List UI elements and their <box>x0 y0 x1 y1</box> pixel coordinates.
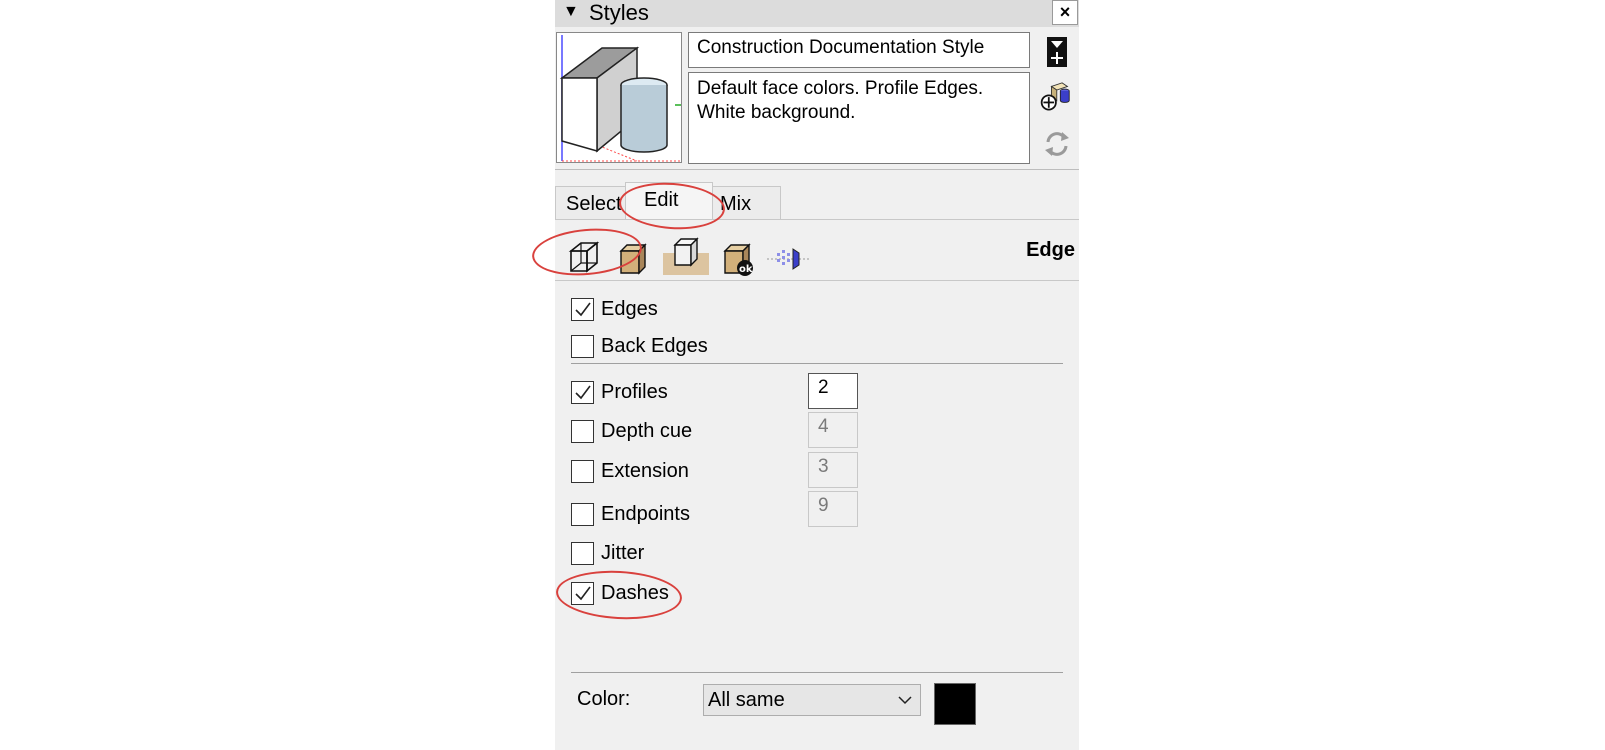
create-style-icon[interactable] <box>1041 36 1073 68</box>
profiles-checkbox[interactable] <box>571 380 594 404</box>
extension-label: Extension <box>601 459 689 482</box>
depth-cue-input: 4 <box>808 412 858 448</box>
checkmark-icon <box>575 385 591 399</box>
style-preview-image <box>559 35 681 162</box>
divider <box>555 169 1079 170</box>
add-to-model-icon[interactable] <box>1039 82 1071 114</box>
checkmark-icon <box>575 586 591 600</box>
color-mode-value: All same <box>708 689 785 711</box>
depth-cue-checkbox[interactable] <box>571 419 594 443</box>
section-title: Edge <box>1026 239 1075 261</box>
jitter-option[interactable]: Jitter <box>571 540 644 566</box>
back-edges-option[interactable]: Back Edges <box>571 333 708 359</box>
styles-panel: ▼ Styles × Construction Documentation St… <box>530 0 1079 750</box>
watermark-settings-icon[interactable]: ok <box>717 237 759 279</box>
tab-edit[interactable]: Edit <box>625 182 713 220</box>
extension-checkbox[interactable] <box>571 459 594 483</box>
tab-divider <box>555 219 1079 220</box>
divider <box>555 280 1079 281</box>
close-button[interactable]: × <box>1052 0 1078 25</box>
background-settings-icon[interactable] <box>663 231 709 275</box>
edges-option[interactable]: Edges <box>571 296 658 322</box>
face-settings-icon[interactable] <box>613 237 655 279</box>
depth-cue-label: Depth cue <box>601 419 693 442</box>
edges-label: Edges <box>601 297 658 320</box>
svg-text:ok: ok <box>739 264 753 275</box>
profiles-option[interactable]: Profiles <box>571 379 668 405</box>
back-edges-label: Back Edges <box>601 334 708 357</box>
style-description-field[interactable]: Default face colors. Profile Edges. Whit… <box>688 72 1030 164</box>
update-style-icon[interactable] <box>1041 128 1073 160</box>
extension-option[interactable]: Extension <box>571 458 689 484</box>
edges-checkbox[interactable] <box>571 297 594 321</box>
edit-toolbar: ok Edge <box>555 221 1079 280</box>
endpoints-checkbox[interactable] <box>571 502 594 526</box>
depth-cue-option[interactable]: Depth cue <box>571 418 692 444</box>
dashes-option[interactable]: Dashes <box>571 580 669 606</box>
style-thumbnail <box>556 32 682 163</box>
profiles-label: Profiles <box>601 380 668 403</box>
color-mode-select[interactable]: All same <box>703 684 921 716</box>
dashes-checkbox[interactable] <box>571 581 594 605</box>
tab-mix[interactable]: Mix <box>711 186 781 220</box>
edge-settings-icon[interactable] <box>563 237 605 279</box>
back-edges-checkbox[interactable] <box>571 334 594 358</box>
panel-title: Styles <box>589 0 649 25</box>
profiles-width-input[interactable]: 2 <box>808 373 858 409</box>
endpoints-input: 9 <box>808 491 858 527</box>
extension-input: 3 <box>808 452 858 488</box>
tab-select[interactable]: Select <box>555 186 627 220</box>
divider <box>571 363 1063 364</box>
edge-color-swatch[interactable] <box>934 683 976 725</box>
jitter-label: Jitter <box>601 541 645 564</box>
panel-titlebar[interactable]: ▼ Styles × <box>555 0 1079 27</box>
divider <box>571 672 1063 673</box>
dashes-label: Dashes <box>601 581 669 604</box>
jitter-checkbox[interactable] <box>571 541 594 565</box>
endpoints-option[interactable]: Endpoints <box>571 501 690 527</box>
style-name-field[interactable]: Construction Documentation Style <box>688 32 1030 68</box>
triangle-down-icon[interactable]: ▼ <box>563 3 579 21</box>
modeling-settings-icon[interactable] <box>767 237 809 279</box>
color-label: Color: <box>577 688 631 710</box>
endpoints-label: Endpoints <box>601 502 690 525</box>
checkmark-icon <box>575 302 591 316</box>
chevron-down-icon <box>898 696 912 705</box>
